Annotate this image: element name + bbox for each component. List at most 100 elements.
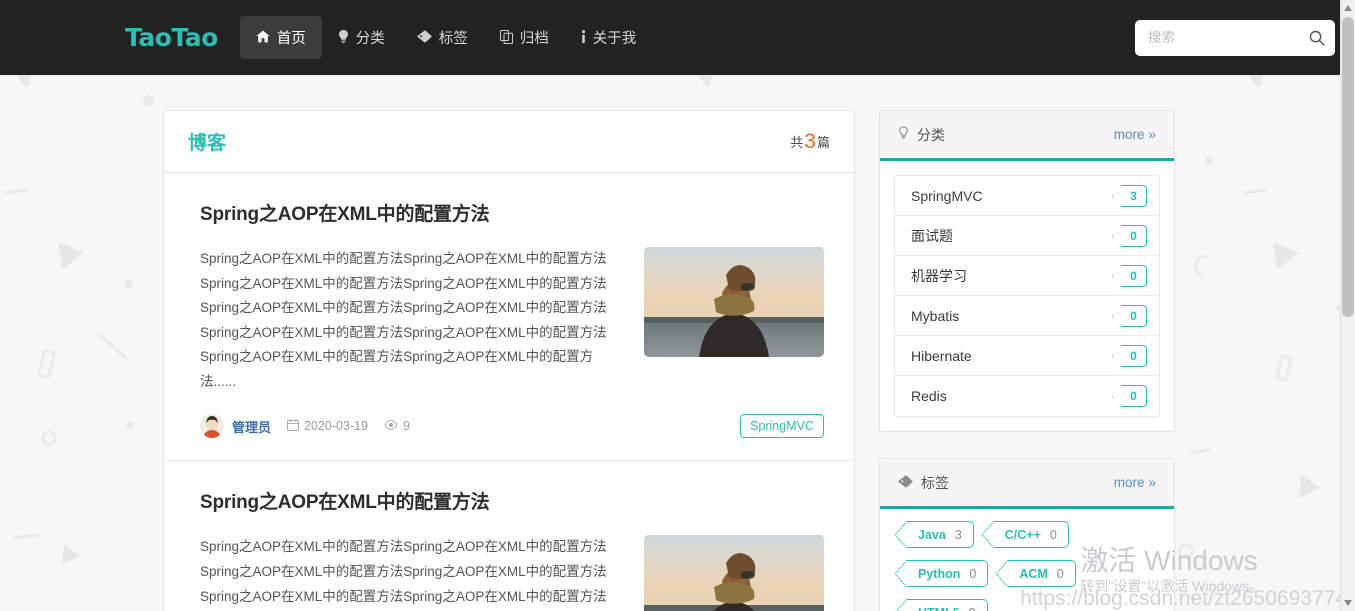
main-column: 博客 共3篇 Spring之AOP在XML中的配置方法 Spring之AOP在X…: [163, 110, 855, 611]
tag-chip[interactable]: HTML5 0: [895, 599, 988, 611]
nav-label-categories: 分类: [355, 31, 385, 47]
article-title[interactable]: Spring之AOP在XML中的配置方法: [200, 199, 824, 226]
categories-panel-body: SpringMVC 3 面试题 0 机器学习 0 Mybatis 0 Hiber…: [880, 161, 1174, 431]
category-item[interactable]: 面试题 0: [895, 216, 1159, 256]
tag-name: Java: [918, 527, 946, 542]
tags-more-link[interactable]: more »: [1114, 475, 1156, 490]
article-count: 共3篇: [790, 130, 830, 154]
category-count-badge: 0: [1121, 224, 1147, 247]
nav-item-categories[interactable]: 分类: [322, 16, 401, 59]
article-thumbnail[interactable]: [644, 247, 824, 357]
category-name: 机器学习: [911, 267, 967, 284]
article-meta: 管理员 2020-03-19 9 SpringMVC: [200, 414, 824, 439]
home-icon: [256, 30, 270, 45]
article-excerpt[interactable]: Spring之AOP在XML中的配置方法Spring之AOP在XML中的配置方法…: [200, 535, 620, 611]
category-count-badge: 0: [1121, 264, 1147, 287]
categories-panel-header: 分类 more »: [880, 111, 1174, 161]
tag-name: HTML5: [918, 606, 960, 611]
tag-chip[interactable]: ACM 0: [996, 560, 1076, 587]
lightbulb-icon: [338, 29, 349, 46]
article-tag[interactable]: SpringMVC: [740, 414, 824, 439]
search-icon[interactable]: [1307, 28, 1327, 48]
tags-panel-header: 标签 more »: [880, 459, 1174, 509]
category-count-badge: 3: [1121, 184, 1147, 207]
tags-panel-title: 标签: [921, 474, 949, 491]
tag-count: 3: [954, 527, 962, 542]
category-item[interactable]: 机器学习 0: [895, 256, 1159, 296]
tag-count: 0: [1049, 527, 1057, 542]
nav-label-tags: 标签: [438, 31, 468, 47]
tags-list: Java 3 C/C++ 0 Python 0 ACM 0 HTML5 0: [880, 509, 1174, 611]
tag-count: 0: [969, 606, 976, 611]
chevron-double-right-icon: »: [1148, 475, 1156, 490]
article-item[interactable]: Spring之AOP在XML中的配置方法 Spring之AOP在XML中的配置方…: [164, 173, 854, 462]
article-excerpt[interactable]: Spring之AOP在XML中的配置方法Spring之AOP在XML中的配置方法…: [200, 247, 620, 394]
nav-label-archive: 归档: [519, 31, 549, 47]
tag-count: 0: [1056, 566, 1064, 581]
tag-chip[interactable]: C/C++ 0: [981, 521, 1069, 548]
count-number: 3: [804, 129, 816, 153]
archive-icon: [499, 29, 513, 46]
date-text: 2020-03-19: [304, 419, 368, 434]
tag-icon: [898, 474, 913, 491]
tag-name: C/C++: [1004, 527, 1041, 542]
search-box: [1135, 19, 1335, 56]
tag-icon: [416, 30, 432, 45]
tag-chip[interactable]: Python 0: [894, 560, 989, 587]
article-author[interactable]: 管理员: [200, 414, 272, 439]
author-name: 管理员: [232, 419, 272, 435]
scroll-up-arrow-icon[interactable]: [1341, 0, 1355, 16]
tag-count: 0: [969, 566, 977, 581]
category-name: Redis: [911, 388, 947, 404]
nav-label-about: 关于我: [592, 31, 637, 47]
article-date: 2020-03-19: [287, 418, 368, 434]
category-count-badge: 0: [1121, 344, 1147, 367]
nav-item-archive[interactable]: 归档: [484, 16, 565, 59]
count-suffix: 篇: [816, 134, 830, 150]
tag-name: Python: [918, 566, 961, 581]
category-name: 面试题: [911, 227, 953, 244]
category-name: SpringMVC: [911, 187, 983, 204]
category-count-badge: 0: [1121, 304, 1147, 327]
blog-card-header: 博客 共3篇: [164, 111, 854, 173]
tag-chip[interactable]: Java 3: [895, 521, 974, 548]
category-item[interactable]: SpringMVC 3: [895, 176, 1159, 216]
nav-label-home: 首页: [276, 31, 306, 47]
lightbulb-icon: [898, 126, 909, 143]
page-scrollbar[interactable]: [1340, 0, 1355, 611]
top-navbar: TaoTao 首页 分类 标签 归档 关于我 搜索: [0, 0, 1355, 75]
more-label: more: [1113, 475, 1145, 490]
chevron-double-right-icon: »: [1148, 127, 1156, 142]
site-logo[interactable]: TaoTao: [125, 23, 218, 52]
scrollbar-thumb[interactable]: [1342, 17, 1354, 317]
category-item[interactable]: Redis 0: [895, 376, 1159, 416]
eye-icon: [384, 419, 398, 433]
sidebar: 分类 more » SpringMVC 3 面试题 0 机器学习 0 Mybat…: [879, 110, 1175, 611]
category-count-badge: 0: [1121, 385, 1147, 407]
categories-panel-title: 分类: [917, 126, 945, 143]
scroll-down-arrow-icon[interactable]: [1341, 595, 1355, 611]
categories-panel: 分类 more » SpringMVC 3 面试题 0 机器学习 0 Mybat…: [879, 110, 1175, 432]
nav-item-about[interactable]: 关于我: [565, 16, 653, 59]
article-views: 9: [384, 419, 410, 433]
search-input[interactable]: [1135, 19, 1335, 56]
article-item[interactable]: Spring之AOP在XML中的配置方法 Spring之AOP在XML中的配置方…: [164, 461, 854, 611]
category-item[interactable]: Hibernate 0: [895, 336, 1159, 376]
views-count: 9: [402, 419, 410, 434]
tags-panel: 标签 more » Java 3 C/C++ 0 Python 0 ACM 0: [879, 458, 1175, 611]
nav-item-home[interactable]: 首页: [239, 16, 322, 59]
blog-card: 博客 共3篇 Spring之AOP在XML中的配置方法 Spring之AOP在X…: [163, 110, 855, 611]
article-thumbnail[interactable]: [644, 535, 824, 611]
article-title[interactable]: Spring之AOP在XML中的配置方法: [200, 487, 824, 514]
nav-item-tags[interactable]: 标签: [401, 16, 484, 59]
more-label: more: [1113, 127, 1145, 142]
count-prefix: 共: [790, 134, 804, 150]
category-name: Hibernate: [911, 347, 972, 364]
category-item[interactable]: Mybatis 0: [895, 296, 1159, 336]
categories-list: SpringMVC 3 面试题 0 机器学习 0 Mybatis 0 Hiber…: [894, 175, 1160, 417]
calendar-icon: [287, 418, 300, 434]
categories-more-link[interactable]: more »: [1114, 127, 1156, 142]
category-name: Mybatis: [911, 307, 960, 324]
info-icon: [581, 29, 586, 46]
page-title: 博客: [188, 133, 227, 154]
